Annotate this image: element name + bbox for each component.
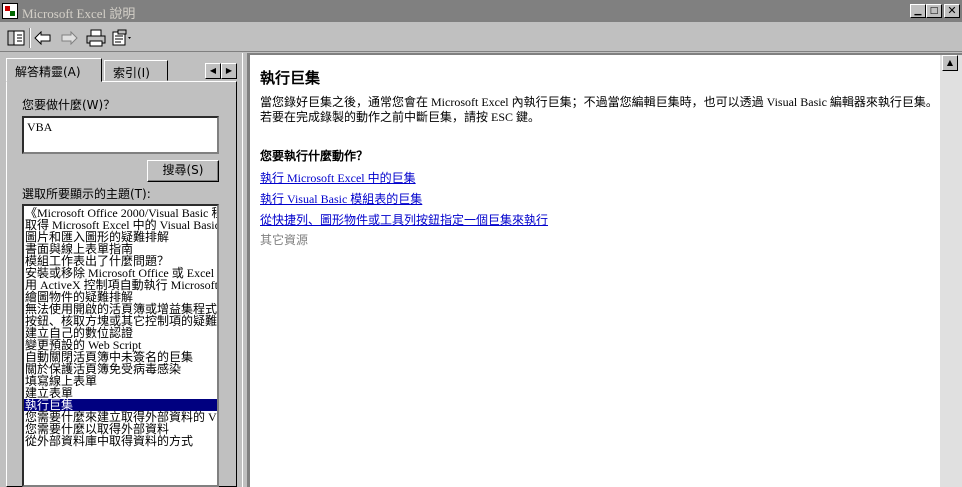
tab-answer-wizard[interactable]: 解答精靈(A) [6, 58, 102, 82]
link-run-excel-macro[interactable]: 執行 Microsoft Excel 中的巨集 [260, 169, 416, 186]
content-scrollbar[interactable]: ▲ [940, 53, 962, 487]
question-label: 您要做什麼(W)？ [22, 98, 116, 112]
title-bar: Microsoft Excel 說明 ▁ □ ✕ [0, 0, 962, 22]
toolbar [0, 22, 962, 52]
tab-scroll-left-icon[interactable]: ◀ [205, 63, 221, 79]
help-content: 執行巨集 當您錄好巨集之後，通常您會在 Microsoft Excel 內執行巨… [248, 53, 940, 487]
forward-arrow-icon [61, 31, 78, 45]
forward-button[interactable] [58, 27, 80, 49]
options-icon [112, 29, 131, 46]
topic-title: 執行巨集 [260, 69, 321, 87]
print-button[interactable] [85, 27, 107, 49]
section-question: 您要執行什麼動作？ [260, 149, 369, 163]
options-button[interactable] [112, 27, 134, 49]
link-run-vba-module-macro[interactable]: 執行 Visual Basic 模組表的巨集 [260, 190, 422, 207]
topics-list[interactable]: 《Microsoft Office 2000/Visual Basic 程取得 … [22, 204, 219, 487]
tab-scroll-arrows: ◀ ▶ [205, 62, 237, 79]
toolbar-separator [29, 28, 31, 48]
hide-pane-button[interactable] [5, 27, 27, 49]
question-input[interactable]: VBA [22, 116, 219, 154]
back-button[interactable] [32, 27, 54, 49]
tab-scroll-right-icon[interactable]: ▶ [221, 63, 237, 79]
link-assign-macro[interactable]: 從快捷列、圖形物件或工具列按鈕指定一個巨集來執行 [260, 211, 548, 228]
tab-index[interactable]: 索引(I) [104, 60, 168, 81]
topic-paragraph: 當您錄好巨集之後，通常您會在 Microsoft Excel 內執行巨集；不過當… [260, 95, 938, 124]
close-button[interactable]: ✕ [944, 4, 960, 18]
topic-item[interactable]: 從外部資料庫中取得資料的方式 [24, 435, 217, 447]
maximize-button[interactable]: □ [926, 4, 942, 18]
back-arrow-icon [34, 31, 51, 45]
minimize-button[interactable]: ▁ [910, 4, 926, 18]
hide-pane-icon [7, 30, 25, 46]
topics-label: 選取所要顯示的主題(T): [22, 187, 151, 201]
print-icon [86, 29, 106, 47]
window-title: Microsoft Excel 說明 [22, 6, 136, 21]
search-button[interactable]: 搜尋(S) [147, 160, 219, 182]
scroll-up-icon[interactable]: ▲ [942, 55, 958, 71]
other-resources[interactable]: 其它資源 [260, 231, 308, 248]
excel-help-icon [2, 3, 18, 19]
